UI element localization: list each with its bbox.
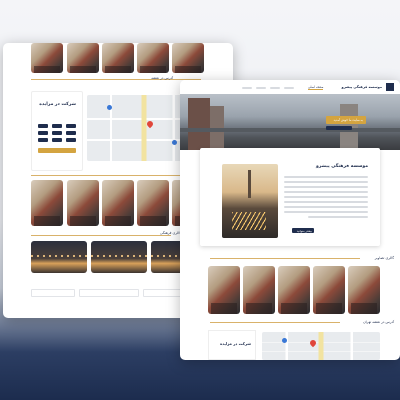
about-paragraph-line [284, 186, 368, 188]
building [188, 98, 210, 150]
about-title: موسسه فرهنگی پیشرو [315, 164, 368, 169]
form-field[interactable] [31, 289, 75, 297]
section-divider [31, 79, 201, 80]
gallery-thumb[interactable] [31, 180, 63, 226]
logo-text: موسسه فرهنگی پیشرو [341, 85, 382, 89]
hero-cta-button[interactable] [326, 126, 352, 130]
section-divider [210, 322, 340, 323]
section-divider [31, 235, 171, 236]
about-paragraph-line [284, 191, 368, 193]
front-window: موسسه فرهنگی پیشرو صفحه اصلی به سایت ما … [180, 80, 400, 360]
gallery-thumb[interactable] [172, 43, 204, 73]
auction-option[interactable] [66, 124, 76, 128]
auction-option[interactable] [66, 138, 76, 142]
location-map[interactable] [262, 332, 380, 360]
about-paragraph-line [284, 176, 368, 178]
map-pin-icon [145, 119, 155, 129]
night-photo[interactable] [91, 241, 147, 273]
about-paragraph-line [284, 181, 368, 183]
hero-image: به سایت ما خوش آمدید [180, 94, 400, 150]
map-marker-icon [107, 105, 112, 110]
section-divider [210, 258, 360, 259]
read-more-label: بیشتر بخوانید [296, 228, 312, 233]
hero-banner: به سایت ما خوش آمدید [326, 116, 366, 124]
site-header: موسسه فرهنگی پیشرو صفحه اصلی [180, 80, 400, 94]
map-section-title: آدرس در نقشه تهران [363, 320, 394, 324]
about-paragraph-line [308, 216, 368, 218]
map-marker-icon [172, 140, 177, 145]
gallery-thumb[interactable] [102, 180, 134, 226]
tower [248, 170, 251, 198]
nav-item-active[interactable]: صفحه اصلی [308, 85, 324, 90]
gallery-thumb[interactable] [348, 266, 380, 314]
night-photo[interactable] [31, 241, 87, 273]
gallery-section-title: گالری تصاویر [374, 256, 394, 260]
nav-item[interactable] [270, 87, 280, 89]
auction-title: شرکت در مزایده [220, 341, 251, 346]
about-paragraph-line [284, 196, 368, 198]
auction-card: شرکت در مزایده [208, 330, 256, 360]
nav-item[interactable] [284, 87, 294, 89]
bridge [180, 128, 400, 132]
form-field[interactable] [79, 289, 139, 297]
nav-item[interactable] [242, 87, 252, 89]
gallery-thumb[interactable] [102, 43, 134, 73]
auction-title: شرکت در مزایده [39, 102, 76, 107]
auction-option[interactable] [52, 124, 62, 128]
about-paragraph-line [284, 201, 368, 203]
auction-option[interactable] [38, 138, 48, 142]
map-marker-icon [282, 338, 287, 343]
auction-option[interactable] [52, 131, 62, 135]
gallery-thumb[interactable] [67, 180, 99, 226]
read-more-button[interactable]: بیشتر بخوانید [292, 228, 314, 233]
auction-option[interactable] [52, 138, 62, 142]
auction-option[interactable] [38, 131, 48, 135]
about-paragraph-line [284, 206, 368, 208]
auction-option[interactable] [66, 131, 76, 135]
section-divider [31, 175, 201, 176]
gallery-thumb[interactable] [137, 180, 169, 226]
road-lights [232, 212, 266, 230]
auction-card: شرکت در مزایده [31, 91, 83, 171]
nav-item[interactable] [256, 87, 266, 89]
gallery-thumb[interactable] [243, 266, 275, 314]
hero-banner-text: به سایت ما خوش آمدید [333, 118, 363, 122]
about-paragraph-line [284, 211, 368, 213]
logo-icon[interactable] [386, 83, 394, 91]
gallery-thumb[interactable] [278, 266, 310, 314]
about-photo [222, 164, 278, 238]
gallery-thumb[interactable] [208, 266, 240, 314]
auction-option[interactable] [38, 124, 48, 128]
gallery-thumb[interactable] [137, 43, 169, 73]
gallery-thumb[interactable] [67, 43, 99, 73]
map-section-title: آدرس در نقشه [151, 76, 173, 80]
map-pin-icon [308, 338, 318, 348]
gallery-thumb[interactable] [31, 43, 63, 73]
auction-submit-button[interactable] [38, 148, 76, 153]
gallery-thumb[interactable] [313, 266, 345, 314]
about-card: موسسه فرهنگی پیشرو بیشتر بخوانید [200, 148, 380, 246]
